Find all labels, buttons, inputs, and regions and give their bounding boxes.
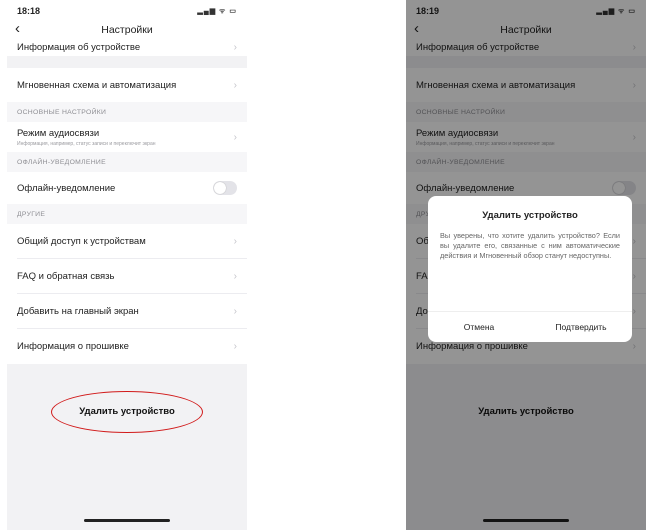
chevron-right-icon: › [233,271,237,282]
chevron-right-icon: › [233,131,237,143]
row-audio-label: Режим аудиосвязи [17,127,100,139]
dialog-title: Удалить устройство [482,210,578,221]
spacer [7,364,247,384]
delete-confirm-dialog: Удалить устройство Вы уверены, что хотит… [428,196,632,342]
section-other-header: ДРУГИЕ [7,204,247,224]
delete-device-button[interactable]: Удалить устройство [50,390,203,433]
row-audio-subtitle: Информация, например, статус записи и пе… [17,140,156,147]
page-title: Настройки [101,24,153,36]
row-scheme[interactable]: Мгновенная схема и автоматизация › [7,68,247,102]
status-icons: ▂▄▆ ᯤ ▭ [197,7,237,15]
settings-screen-left: 18:18 ▂▄▆ ᯤ ▭ ‹ Настройки Информация об … [7,0,247,530]
row-faq[interactable]: FAQ и обратная связь › [7,259,247,294]
row-sharing[interactable]: Общий доступ к устройствам › [7,224,247,259]
row-device-info-label: Информация об устройстве [17,41,141,53]
chevron-right-icon: › [233,341,237,352]
confirm-button[interactable]: Подтвердить [530,312,632,342]
delete-area: Удалить устройство [7,384,247,439]
section-offline-header: ОФЛАЙН-УВЕДОМЛЕНИЕ [7,152,247,172]
row-scheme-label: Мгновенная схема и автоматизация [17,79,177,91]
settings-screen-right: 18:19 ▂▄▆ ᯤ ▭ ‹ Настройки Информация об … [406,0,646,530]
row-add-home[interactable]: Добавить на главный экран › [7,294,247,329]
row-audio-mode[interactable]: Режим аудиосвязи Информация, например, с… [7,122,247,152]
home-indicator [84,519,170,522]
row-device-info[interactable]: Информация об устройстве › [7,38,247,56]
chevron-right-icon: › [233,236,237,247]
highlight-oval [50,390,203,433]
row-add-home-label: Добавить на главный экран [17,306,139,317]
row-sharing-label: Общий доступ к устройствам [17,236,146,247]
nav-bar: ‹ Настройки [7,20,247,38]
status-time: 18:18 [17,6,41,16]
row-firmware[interactable]: Информация о прошивке › [7,329,247,364]
row-faq-label: FAQ и обратная связь [17,271,115,282]
dialog-buttons: Отмена Подтвердить [428,311,632,342]
section-basic-header: ОСНОВНЫЕ НАСТРОЙКИ [7,102,247,122]
status-bar: 18:18 ▂▄▆ ᯤ ▭ [7,0,247,22]
offline-toggle[interactable] [213,181,237,195]
toggle-knob [214,182,226,194]
spacer [7,56,247,68]
cancel-button[interactable]: Отмена [428,312,530,342]
chevron-right-icon: › [233,306,237,317]
row-offline-notification: Офлайн-уведомление [7,172,247,204]
dialog-message: Вы уверены, что хотите удалить устройств… [440,231,620,260]
row-firmware-label: Информация о прошивке [17,341,129,352]
row-offline-label: Офлайн-уведомление [17,182,116,194]
chevron-right-icon: › [233,79,237,91]
chevron-right-icon: › [233,41,237,53]
